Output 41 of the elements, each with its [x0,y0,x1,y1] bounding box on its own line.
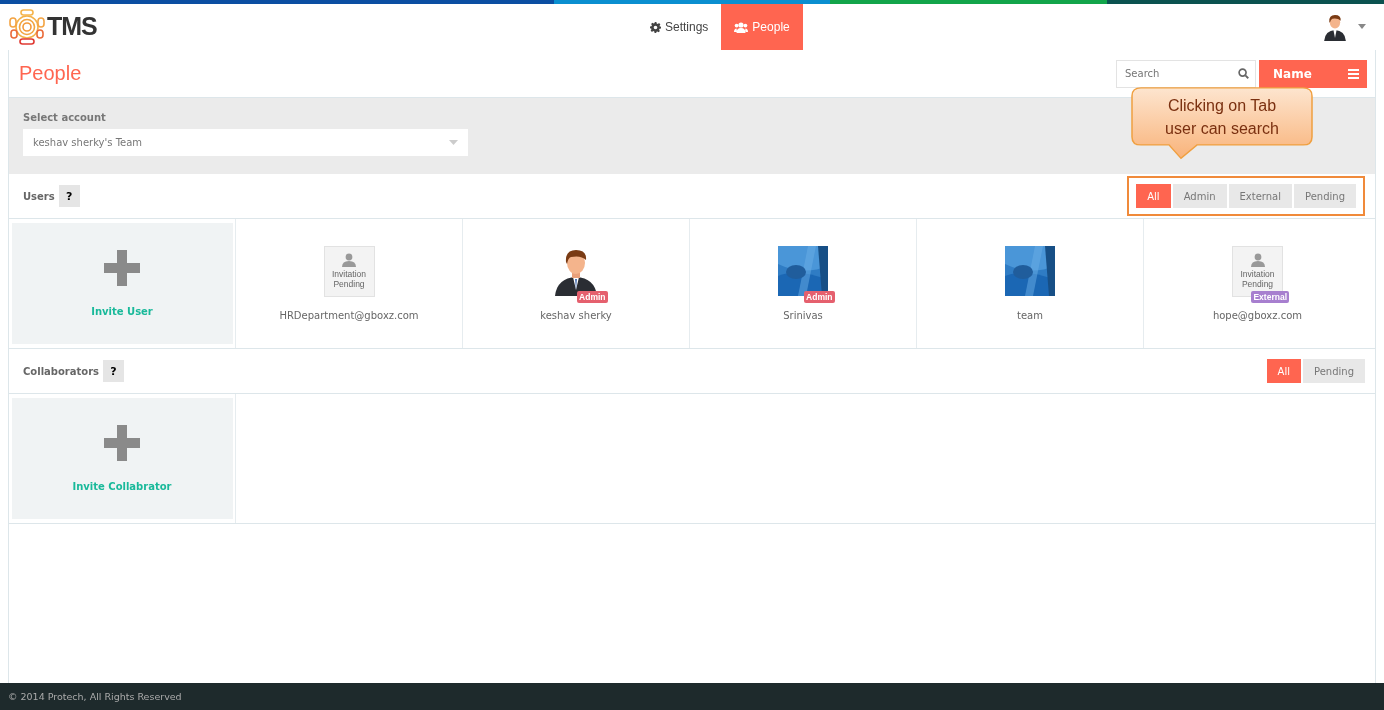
filter-tab[interactable]: Admin [1172,184,1227,208]
page-title: People [19,62,82,85]
filter-tab[interactable]: External [1228,184,1292,208]
field-label: Select account [23,112,107,123]
filter-tab[interactable]: All [1136,184,1171,208]
invite-user-card[interactable]: Invite User [11,223,233,344]
role-badge: Admin [577,291,608,303]
nav-tab[interactable]: People [721,4,803,50]
account-select[interactable]: keshav sherky's Team [23,129,468,156]
person-name: HRDepartment@gboxz.com [279,310,419,321]
section-title: Users [23,190,55,202]
search-icon [1238,67,1249,79]
role-badge: External [1251,291,1289,303]
logo-icon [9,8,45,45]
filter-tab[interactable]: Pending [1294,184,1356,208]
person-name: keshav sherky [540,310,612,321]
sort-button[interactable]: Name [1259,59,1367,88]
invite-collaborator-card[interactable]: Invite Collabrator [11,398,233,519]
user-icon [1250,253,1265,267]
help-button[interactable]: ? [103,360,125,382]
search-field[interactable]: Search [1116,59,1256,88]
caret-icon [449,140,458,145]
help-button[interactable]: ? [58,185,80,207]
menu-icon [1348,68,1359,79]
plus-icon [104,250,140,286]
people-icon [734,21,749,33]
role-badge: Admin [804,291,835,303]
placeholder-avatar: Invitation Pending [323,246,375,297]
person-name: hope@gboxz.com [1212,310,1303,321]
user-icon [342,253,356,267]
person-name: Srinivas [783,310,823,321]
section-title: Collaborators [23,365,100,377]
filter-tab[interactable]: Pending [1303,359,1365,383]
settings-icon [650,21,661,33]
plus-icon [104,425,140,461]
caret-icon [1358,24,1366,29]
person-name: team [1017,310,1043,321]
user-avatar-icon [1322,12,1348,41]
filter-tab[interactable]: All [1266,359,1301,383]
brand-name: TMS [47,12,97,41]
copyright-text: © 2014 Protech, All Rights Reserved [8,691,182,702]
